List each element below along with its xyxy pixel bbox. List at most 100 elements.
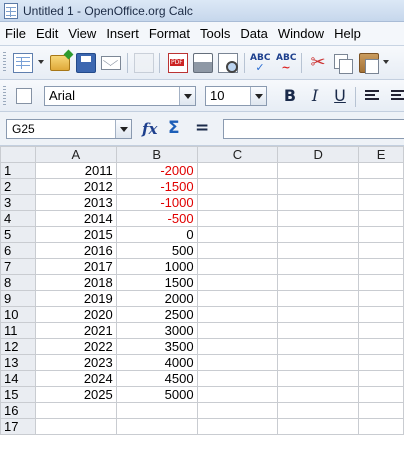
paste-dropdown-icon[interactable] <box>383 60 389 64</box>
cell-d[interactable] <box>277 370 360 387</box>
cell-d[interactable] <box>277 290 360 307</box>
sum-icon[interactable]: Σ <box>168 118 180 138</box>
column-header-b[interactable]: B <box>115 146 198 163</box>
cell-d[interactable] <box>277 162 360 179</box>
cell-c[interactable] <box>196 418 279 435</box>
page-preview-icon[interactable] <box>218 53 238 73</box>
cell-b[interactable]: 1500 <box>115 274 198 291</box>
cell-b[interactable]: -2000 <box>115 162 198 179</box>
cell-e[interactable] <box>358 242 404 259</box>
name-box-dropdown-icon[interactable] <box>115 120 131 138</box>
cell-a[interactable]: 2016 <box>34 242 117 259</box>
email-document-icon[interactable] <box>101 56 121 70</box>
menu-data[interactable]: Data <box>235 26 272 41</box>
row-header[interactable]: 4 <box>0 210 36 227</box>
cell-d[interactable] <box>277 274 360 291</box>
menu-insert[interactable]: Insert <box>101 26 144 41</box>
cell-d[interactable] <box>277 306 360 323</box>
cell-d[interactable] <box>277 418 360 435</box>
cell-e[interactable] <box>358 386 404 403</box>
cell-c[interactable] <box>196 386 279 403</box>
function-equals-icon[interactable]: = <box>195 118 209 138</box>
cell-b[interactable]: 3500 <box>115 338 198 355</box>
row-header[interactable]: 8 <box>0 274 36 291</box>
menu-window[interactable]: Window <box>273 26 329 41</box>
row-header[interactable]: 10 <box>0 306 36 323</box>
name-box[interactable]: G25 <box>6 119 132 139</box>
sheet-table[interactable]: A B C D E 1 2011 -2000 2 2012 -1500 3 2013 -1000… <box>0 146 404 435</box>
cell-e[interactable] <box>358 274 404 291</box>
row-header[interactable]: 1 <box>0 162 36 179</box>
cell-b[interactable]: -1500 <box>115 178 198 195</box>
cell-a[interactable]: 2012 <box>34 178 117 195</box>
cell-a[interactable]: 2021 <box>34 322 117 339</box>
cell-a[interactable]: 2017 <box>34 258 117 275</box>
column-header-e[interactable]: E <box>358 146 404 163</box>
row-header[interactable]: 17 <box>0 418 36 435</box>
menu-view[interactable]: View <box>63 26 101 41</box>
styles-formatting-icon[interactable] <box>16 88 32 104</box>
format-paintbrush-icon[interactable] <box>392 53 404 73</box>
cell-e[interactable] <box>358 290 404 307</box>
row-header[interactable]: 12 <box>0 338 36 355</box>
print-icon[interactable] <box>193 53 213 73</box>
save-disk-icon[interactable] <box>76 53 96 73</box>
cell-e[interactable] <box>358 210 404 227</box>
cell-e[interactable] <box>358 226 404 243</box>
row-header[interactable]: 2 <box>0 178 36 195</box>
font-name-dropdown-icon[interactable] <box>179 87 195 105</box>
cell-e[interactable] <box>358 370 404 387</box>
cell-c[interactable] <box>196 178 279 195</box>
new-dropdown-icon[interactable] <box>38 60 44 64</box>
spellcheck-icon[interactable]: ABC ✓ <box>250 53 270 73</box>
cell-a[interactable]: 2018 <box>34 274 117 291</box>
cell-d[interactable] <box>277 354 360 371</box>
open-folder-icon[interactable] <box>50 55 70 71</box>
cell-b[interactable]: 5000 <box>115 386 198 403</box>
row-header[interactable]: 16 <box>0 402 36 419</box>
cell-a[interactable] <box>34 418 117 435</box>
edit-file-icon[interactable] <box>134 53 154 73</box>
cell-b[interactable]: 0 <box>115 226 198 243</box>
cell-c[interactable] <box>196 306 279 323</box>
cell-c[interactable] <box>196 258 279 275</box>
cell-d[interactable] <box>277 242 360 259</box>
spreadsheet-grid[interactable]: A B C D E 1 2011 -2000 2 2012 -1500 3 2013 -1000… <box>0 146 404 454</box>
cell-c[interactable] <box>196 290 279 307</box>
cell-c[interactable] <box>196 226 279 243</box>
cell-c[interactable] <box>196 242 279 259</box>
cell-c[interactable] <box>196 210 279 227</box>
cell-b[interactable]: 3000 <box>115 322 198 339</box>
font-size-combobox[interactable]: 10 <box>205 86 267 106</box>
cell-a[interactable]: 2014 <box>34 210 117 227</box>
cell-d[interactable] <box>277 178 360 195</box>
font-size-dropdown-icon[interactable] <box>250 87 266 105</box>
italic-icon[interactable]: I <box>305 86 325 106</box>
cell-c[interactable] <box>196 274 279 291</box>
cell-e[interactable] <box>358 162 404 179</box>
copy-icon[interactable] <box>334 54 353 74</box>
row-header[interactable]: 5 <box>0 226 36 243</box>
row-header[interactable]: 9 <box>0 290 36 307</box>
underline-icon[interactable]: U <box>330 86 350 106</box>
cell-b[interactable]: 1000 <box>115 258 198 275</box>
cell-b[interactable]: -1000 <box>115 194 198 211</box>
cell-b[interactable]: 2500 <box>115 306 198 323</box>
cell-c[interactable] <box>196 194 279 211</box>
cell-a[interactable]: 2025 <box>34 386 117 403</box>
cell-c[interactable] <box>196 338 279 355</box>
menu-format[interactable]: Format <box>144 26 195 41</box>
row-header[interactable]: 7 <box>0 258 36 275</box>
select-all-corner[interactable] <box>0 146 36 163</box>
column-header-a[interactable]: A <box>34 146 117 163</box>
cell-c[interactable] <box>196 322 279 339</box>
cell-c[interactable] <box>196 354 279 371</box>
align-left-icon[interactable] <box>362 86 382 106</box>
cell-d[interactable] <box>277 386 360 403</box>
cell-e[interactable] <box>358 322 404 339</box>
cell-a[interactable]: 2022 <box>34 338 117 355</box>
cell-d[interactable] <box>277 194 360 211</box>
menu-tools[interactable]: Tools <box>195 26 235 41</box>
cell-c[interactable] <box>196 370 279 387</box>
cell-a[interactable]: 2023 <box>34 354 117 371</box>
